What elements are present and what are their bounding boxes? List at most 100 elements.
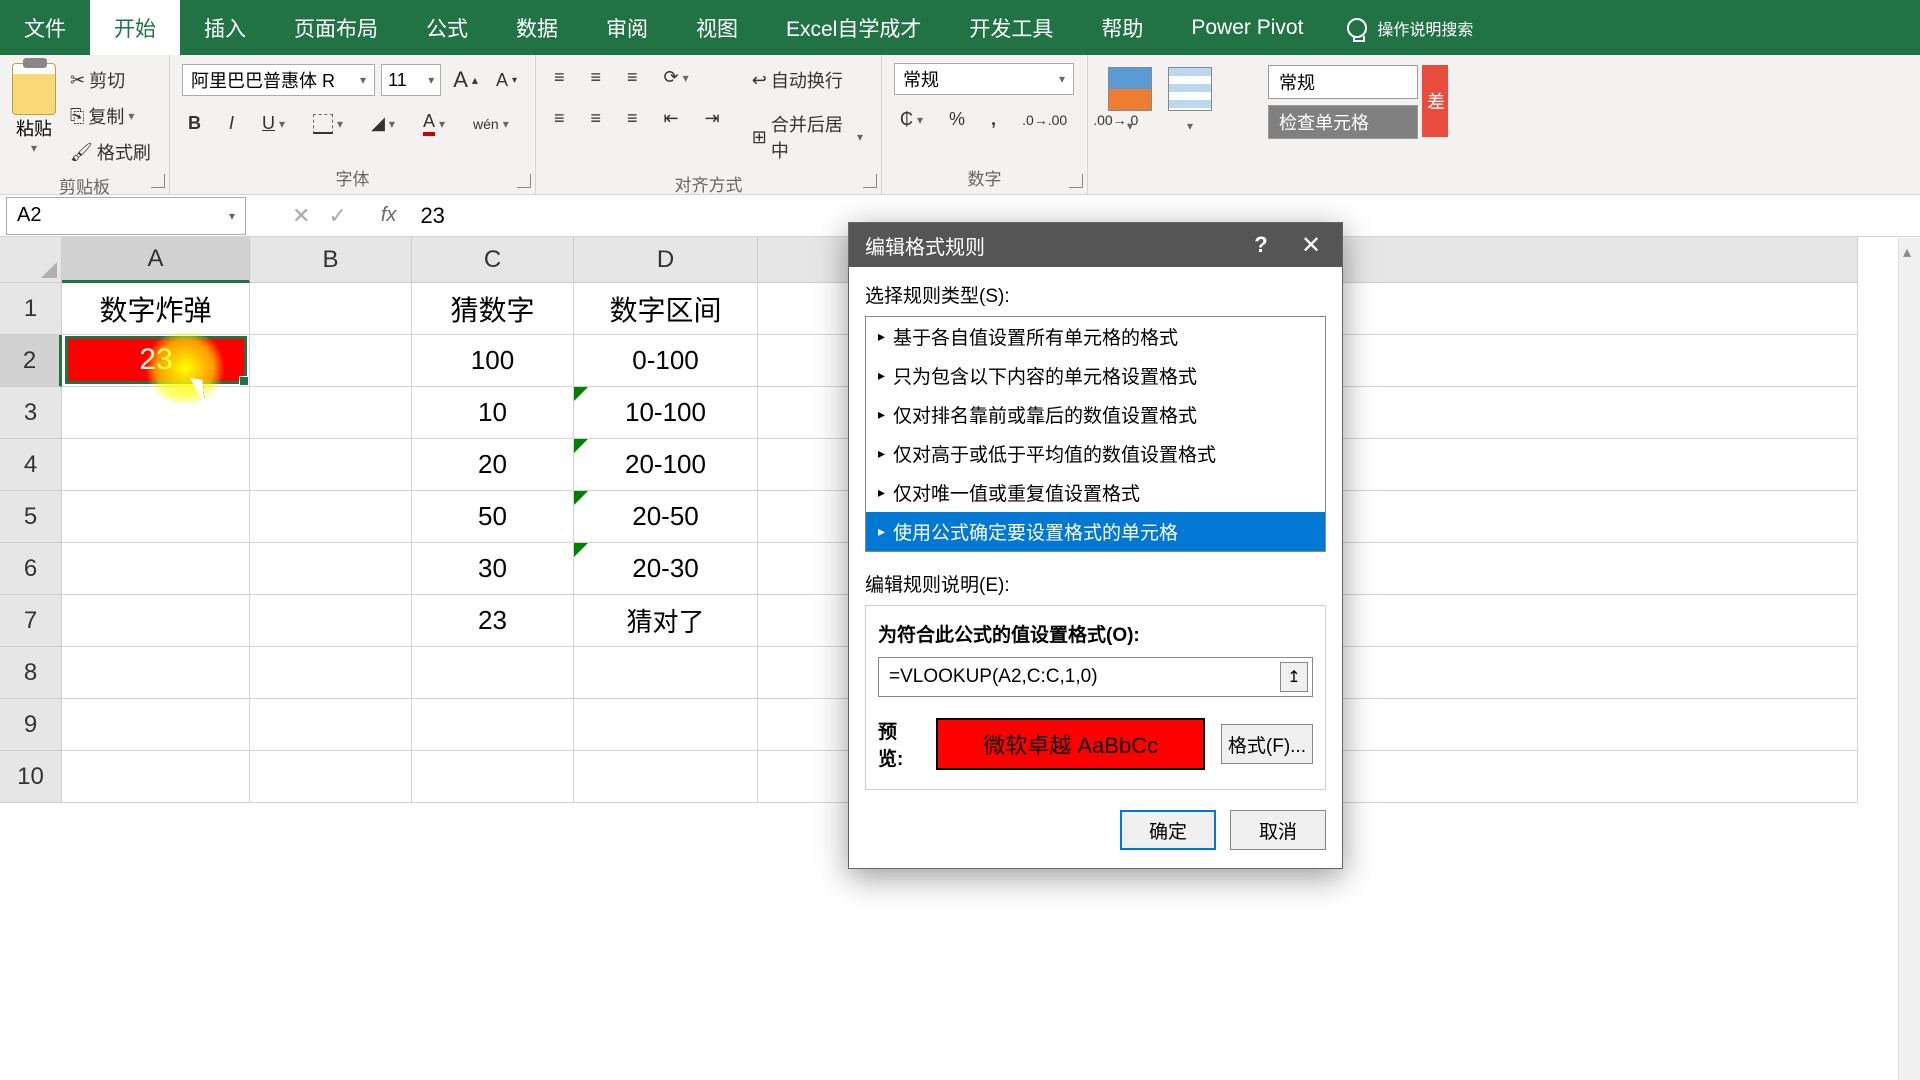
number-dialog-launcher[interactable] [1069,174,1083,188]
dialog-help-button[interactable]: ? [1246,230,1276,260]
font-color-button[interactable]: A▾ [417,107,451,140]
rule-formula-input[interactable]: =VLOOKUP(A2,C:C,1,0) ↥ [878,657,1313,697]
tab-custom[interactable]: Excel自学成才 [762,0,945,55]
cell-D7[interactable]: 猜对了 [574,595,758,647]
format-button[interactable]: 格式(F)... [1221,724,1313,764]
align-left-button[interactable]: ≡ [548,104,571,133]
cell-A3[interactable] [62,387,250,439]
format-as-table-button[interactable]: ▾ [1160,63,1220,137]
cell-C10[interactable] [412,751,574,803]
cell-A8[interactable] [62,647,250,699]
copy-button[interactable]: ⎘复制▾ [64,99,157,133]
orientation-button[interactable]: ⟳▾ [658,63,695,92]
increase-font-button[interactable]: A▴ [447,63,484,97]
font-size-select[interactable]: 11▾ [381,64,441,96]
rule-type-item-0[interactable]: 基于各自值设置所有单元格的格式 [866,317,1325,356]
style-bad[interactable]: 差 [1422,65,1448,137]
cell-B7[interactable] [250,595,412,647]
tab-home[interactable]: 开始 [90,0,180,55]
align-center-button[interactable]: ≡ [585,104,608,133]
decrease-font-button[interactable]: A▾ [490,66,523,95]
bold-button[interactable]: B [182,109,207,138]
cell-A5[interactable] [62,491,250,543]
alignment-dialog-launcher[interactable] [863,174,877,188]
cell-A9[interactable] [62,699,250,751]
row-header-10[interactable]: 10 [0,751,62,803]
dialog-titlebar[interactable]: 编辑格式规则 ? ✕ [849,223,1342,267]
cell-C4[interactable]: 20 [412,439,574,491]
tab-data[interactable]: 数据 [492,0,582,55]
cell-A6[interactable] [62,543,250,595]
rule-type-item-3[interactable]: 仅对高于或低于平均值的数值设置格式 [866,434,1325,473]
increase-indent-button[interactable]: ⇥ [699,104,726,133]
cell-A1[interactable]: 数字炸弹 [62,283,250,335]
style-normal[interactable]: 常规 [1268,65,1418,99]
border-button[interactable]: ▾ [307,110,349,138]
col-header-A[interactable]: A [62,237,250,283]
row-header-6[interactable]: 6 [0,543,62,595]
fill-handle[interactable] [239,376,249,386]
ok-button[interactable]: 确定 [1120,810,1216,850]
col-header-B[interactable]: B [250,237,412,283]
cell-B10[interactable] [250,751,412,803]
tab-view[interactable]: 视图 [672,0,762,55]
font-dialog-launcher[interactable] [517,174,531,188]
row-header-4[interactable]: 4 [0,439,62,491]
font-name-select[interactable]: 阿里巴巴普惠体 R▾ [182,64,375,96]
col-header-D[interactable]: D [574,237,758,283]
rule-type-item-1[interactable]: 只为包含以下内容的单元格设置格式 [866,356,1325,395]
cell-D4[interactable]: 20-100 [574,439,758,491]
cell-D2[interactable]: 0-100 [574,335,758,387]
cell-C7[interactable]: 23 [412,595,574,647]
cell-B1[interactable] [250,283,412,335]
cell-D3[interactable]: 10-100 [574,387,758,439]
rule-type-item-2[interactable]: 仅对排名靠前或靠后的数值设置格式 [866,395,1325,434]
cell-C5[interactable]: 50 [412,491,574,543]
cell-B9[interactable] [250,699,412,751]
cell-D6[interactable]: 20-30 [574,543,758,595]
tell-me[interactable]: 操作说明搜索 [1347,16,1473,40]
number-format-select[interactable]: 常规▾ [894,63,1074,95]
vertical-scrollbar[interactable] [1898,238,1920,1080]
tab-review[interactable]: 审阅 [582,0,672,55]
cut-button[interactable]: ✂剪切 [64,63,157,97]
cancel-button[interactable]: 取消 [1230,810,1326,850]
clipboard-dialog-launcher[interactable] [151,174,165,188]
tab-powerpivot[interactable]: Power Pivot [1167,0,1327,55]
cell-D9[interactable] [574,699,758,751]
tab-developer[interactable]: 开发工具 [945,0,1077,55]
tab-insert[interactable]: 插入 [180,0,270,55]
paste-button[interactable]: 粘贴 ▾ [12,63,56,169]
cell-A10[interactable] [62,751,250,803]
row-header-9[interactable]: 9 [0,699,62,751]
cell-B4[interactable] [250,439,412,491]
cell-A2[interactable]: 23 [65,336,247,384]
currency-button[interactable]: ₵▾ [894,105,929,134]
col-header-C[interactable]: C [412,237,574,283]
cell-C6[interactable]: 30 [412,543,574,595]
cell-B6[interactable] [250,543,412,595]
cell-A7[interactable] [62,595,250,647]
tab-help[interactable]: 帮助 [1077,0,1167,55]
collapse-dialog-button[interactable]: ↥ [1280,662,1308,692]
align-middle-button[interactable]: ≡ [585,63,608,92]
name-box[interactable]: A2▾ [6,197,246,235]
rule-type-item-4[interactable]: 仅对唯一值或重复值设置格式 [866,473,1325,512]
underline-button[interactable]: U▾ [256,109,291,138]
row-header-5[interactable]: 5 [0,491,62,543]
row-header-7[interactable]: 7 [0,595,62,647]
rule-type-item-5[interactable]: 使用公式确定要设置格式的单元格 [866,512,1325,551]
select-all-button[interactable] [0,237,62,283]
italic-button[interactable]: I [223,109,240,138]
cell-D8[interactable] [574,647,758,699]
row-header-8[interactable]: 8 [0,647,62,699]
cell-A4[interactable] [62,439,250,491]
pinyin-button[interactable]: wén▾ [467,112,515,136]
tab-pagelayout[interactable]: 页面布局 [270,0,402,55]
cell-D10[interactable] [574,751,758,803]
comma-button[interactable]: , [985,105,1002,134]
row-header-1[interactable]: 1 [0,283,62,335]
increase-decimal-button[interactable]: .0→.00 [1016,108,1073,132]
wrap-text-button[interactable]: ↩自动换行 [746,63,869,97]
cell-C3[interactable]: 10 [412,387,574,439]
